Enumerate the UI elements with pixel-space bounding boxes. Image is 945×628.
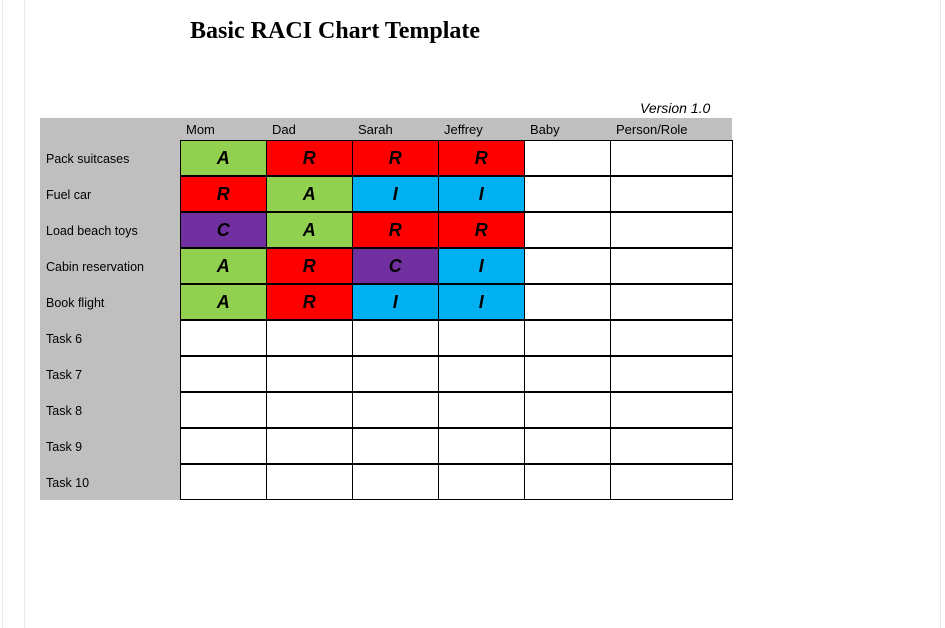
raci-cell[interactable]: C — [180, 212, 267, 248]
column-header-mom[interactable]: Mom — [180, 118, 266, 140]
raci-cell[interactable]: I — [352, 284, 439, 320]
raci-cell[interactable] — [352, 464, 439, 500]
raci-cell[interactable] — [524, 140, 611, 176]
raci-cell[interactable] — [524, 356, 611, 392]
task-label[interactable]: Task 8 — [40, 392, 180, 428]
raci-cell[interactable] — [610, 212, 733, 248]
raci-cell[interactable] — [610, 356, 733, 392]
raci-cell[interactable] — [352, 392, 439, 428]
task-label[interactable]: Task 10 — [40, 464, 180, 500]
column-header-person-role[interactable]: Person/Role — [610, 118, 732, 140]
raci-cell[interactable] — [610, 428, 733, 464]
raci-cell[interactable] — [266, 464, 353, 500]
column-header-dad[interactable]: Dad — [266, 118, 352, 140]
raci-cell[interactable]: R — [438, 212, 525, 248]
raci-cell[interactable] — [266, 320, 353, 356]
raci-cell[interactable]: R — [180, 176, 267, 212]
raci-cell[interactable] — [610, 176, 733, 212]
raci-cell[interactable] — [352, 356, 439, 392]
raci-cell[interactable] — [524, 212, 611, 248]
raci-cell[interactable] — [524, 248, 611, 284]
raci-cell[interactable] — [352, 320, 439, 356]
raci-cell[interactable] — [438, 356, 525, 392]
raci-cell[interactable] — [438, 464, 525, 500]
raci-cell[interactable] — [180, 392, 267, 428]
raci-cell[interactable] — [266, 428, 353, 464]
raci-cell[interactable] — [524, 428, 611, 464]
raci-cell[interactable] — [180, 356, 267, 392]
raci-cell[interactable]: A — [180, 284, 267, 320]
raci-cell[interactable] — [438, 320, 525, 356]
page-title: Basic RACI Chart Template — [190, 18, 480, 45]
task-label[interactable]: Task 6 — [40, 320, 180, 356]
raci-cell[interactable]: R — [266, 284, 353, 320]
raci-cell[interactable] — [524, 284, 611, 320]
raci-cell[interactable] — [610, 320, 733, 356]
raci-cell[interactable] — [524, 320, 611, 356]
raci-cell[interactable] — [438, 428, 525, 464]
task-label[interactable]: Task 7 — [40, 356, 180, 392]
raci-cell[interactable] — [266, 356, 353, 392]
raci-cell[interactable]: I — [352, 176, 439, 212]
task-label[interactable]: Book flight — [40, 284, 180, 320]
task-label[interactable]: Pack suitcases — [40, 140, 180, 176]
task-label[interactable]: Cabin reservation — [40, 248, 180, 284]
raci-cell[interactable] — [438, 392, 525, 428]
column-header-jeffrey[interactable]: Jeffrey — [438, 118, 524, 140]
raci-cell[interactable] — [180, 320, 267, 356]
raci-cell[interactable] — [610, 392, 733, 428]
task-label[interactable]: Fuel car — [40, 176, 180, 212]
raci-cell[interactable]: R — [266, 140, 353, 176]
raci-table: MomDadSarahJeffreyBabyPerson/Role Pack su… — [40, 118, 732, 500]
raci-cell[interactable]: A — [266, 212, 353, 248]
task-label[interactable]: Load beach toys — [40, 212, 180, 248]
raci-cell[interactable] — [266, 392, 353, 428]
version-label: Version 1.0 — [640, 100, 710, 116]
raci-cell[interactable]: R — [352, 212, 439, 248]
raci-cell[interactable] — [610, 284, 733, 320]
raci-cell[interactable] — [180, 464, 267, 500]
raci-cell[interactable]: R — [438, 140, 525, 176]
raci-cell[interactable]: R — [352, 140, 439, 176]
task-label[interactable]: Task 9 — [40, 428, 180, 464]
column-header-baby[interactable]: Baby — [524, 118, 610, 140]
raci-cell[interactable] — [352, 428, 439, 464]
raci-cell[interactable] — [524, 392, 611, 428]
raci-cell[interactable]: R — [266, 248, 353, 284]
raci-cell[interactable]: I — [438, 248, 525, 284]
raci-cell[interactable]: I — [438, 176, 525, 212]
raci-cell[interactable] — [524, 464, 611, 500]
raci-cell[interactable] — [524, 176, 611, 212]
raci-cell[interactable]: I — [438, 284, 525, 320]
raci-cell[interactable] — [610, 140, 733, 176]
raci-cell[interactable]: A — [180, 140, 267, 176]
raci-cell[interactable]: A — [266, 176, 353, 212]
raci-cell[interactable]: C — [352, 248, 439, 284]
column-header-sarah[interactable]: Sarah — [352, 118, 438, 140]
raci-cell[interactable] — [180, 428, 267, 464]
raci-cell[interactable] — [610, 464, 733, 500]
raci-cell[interactable] — [610, 248, 733, 284]
raci-cell[interactable]: A — [180, 248, 267, 284]
